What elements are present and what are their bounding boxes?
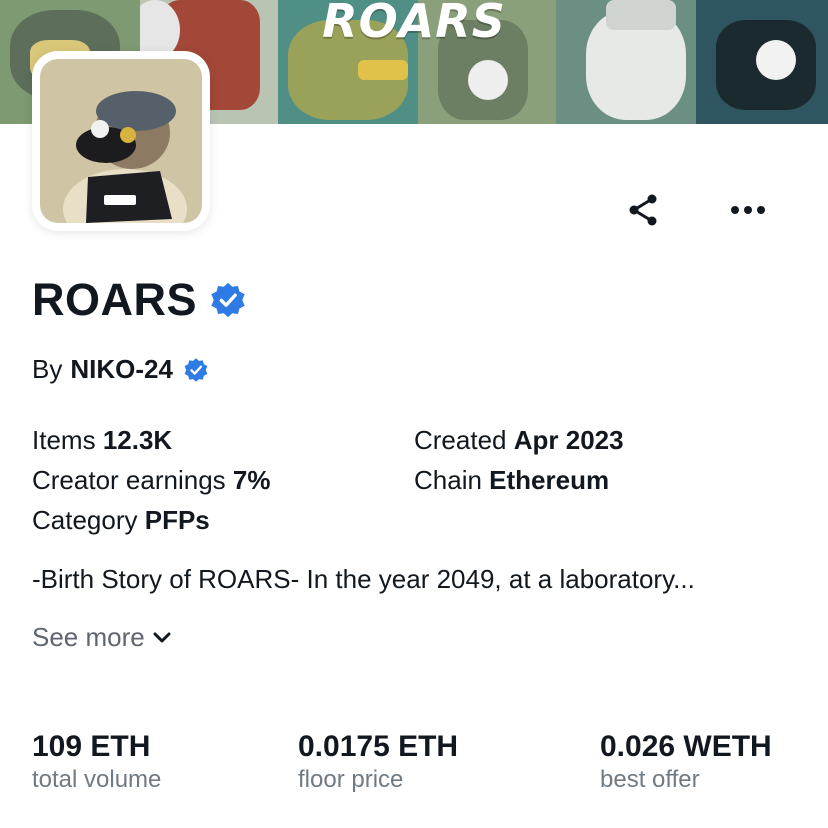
earnings-value: 7% <box>232 465 271 495</box>
items-value: 12.3K <box>102 425 173 455</box>
see-more-button[interactable]: See more <box>32 622 171 653</box>
stat-label: best offer <box>600 766 700 793</box>
stat-best-offer[interactable]: 0.026 WETH best offer <box>600 730 772 794</box>
stat-label: total volume <box>32 766 162 793</box>
collection-title: ROARS <box>32 274 198 325</box>
banner-title: ROARS <box>322 0 506 48</box>
creator-row: By NIKO-24 <box>32 354 209 385</box>
created-value: Apr 2023 <box>513 425 624 455</box>
created-label: Created <box>414 425 507 455</box>
stat-value: 109 ETH <box>32 730 151 763</box>
verified-badge-icon <box>211 282 245 318</box>
more-options-button[interactable] <box>726 188 770 232</box>
chain-detail: Chain Ethereum <box>414 460 624 500</box>
items-detail: Items 12.3K <box>32 420 270 460</box>
collection-title-row: ROARS <box>32 274 247 326</box>
see-more-label: See more <box>32 622 145 652</box>
category-value: PFPs <box>144 505 210 535</box>
avatar-image <box>40 59 202 223</box>
collection-avatar[interactable] <box>32 51 210 231</box>
stat-floor-price[interactable]: 0.0175 ETH floor price <box>298 730 458 794</box>
category-detail: Category PFPs <box>32 500 270 540</box>
stat-value: 0.0175 ETH <box>298 730 459 763</box>
stat-label: floor price <box>298 766 404 793</box>
earnings-detail: Creator earnings 7% <box>32 460 270 500</box>
share-button[interactable] <box>622 188 666 232</box>
creator-link[interactable]: NIKO-24 <box>70 354 173 385</box>
share-icon <box>629 194 657 226</box>
chevron-down-icon <box>153 632 171 642</box>
collection-details-left: Items 12.3K Creator earnings 7% Category… <box>32 420 270 540</box>
items-label: Items <box>32 425 96 455</box>
earnings-label: Creator earnings <box>32 465 226 495</box>
category-label: Category <box>32 505 138 535</box>
stat-total-volume[interactable]: 109 ETH total volume <box>32 730 161 794</box>
collection-details-right: Created Apr 2023 Chain Ethereum <box>414 420 624 500</box>
created-detail: Created Apr 2023 <box>414 420 624 460</box>
chain-label: Chain <box>414 465 482 495</box>
collection-description: -Birth Story of ROARS- In the year 2049,… <box>32 564 695 594</box>
by-label: By <box>32 354 63 384</box>
verified-badge-icon <box>184 357 208 382</box>
more-horizontal-icon <box>731 206 765 214</box>
stat-value: 0.026 WETH <box>600 730 772 763</box>
chain-value: Ethereum <box>489 465 610 495</box>
